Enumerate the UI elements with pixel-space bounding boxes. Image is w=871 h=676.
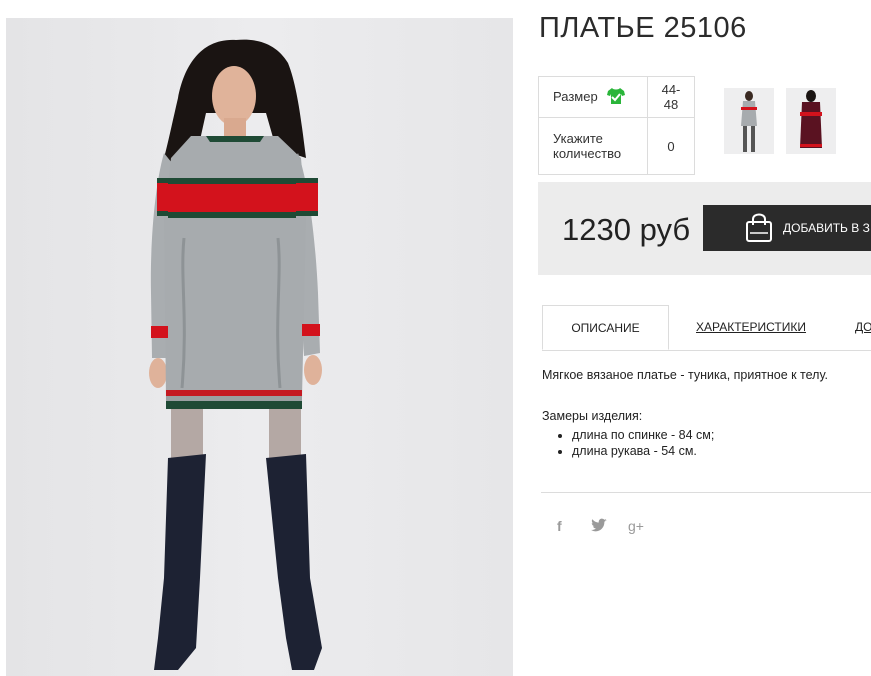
product-price: 1230 руб <box>562 212 691 247</box>
size-label: Размер <box>553 88 598 104</box>
size-label-cell: Размер <box>538 76 648 118</box>
list-item: длина рукава - 54 см. <box>572 443 871 459</box>
size-value[interactable]: 44-48 <box>647 76 695 118</box>
measurements-title: Замеры изделия: <box>542 409 643 423</box>
price-box: 1230 руб ДОБАВИТЬ В З <box>538 182 871 275</box>
add-to-cart-button[interactable]: ДОБАВИТЬ В З <box>703 205 871 251</box>
facebook-icon[interactable]: f <box>557 518 562 534</box>
google-plus-icon[interactable]: g+ <box>628 518 644 534</box>
product-tabs: ОПИСАНИЕ ХАРАКТЕРИСТИКИ ДО <box>542 305 871 351</box>
tab-delivery[interactable]: ДО <box>855 305 871 350</box>
tab-description[interactable]: ОПИСАНИЕ <box>542 305 669 350</box>
quantity-label-cell: Укажите количество <box>538 117 648 175</box>
list-item: длина по спинке - 84 см; <box>572 427 871 443</box>
quantity-label-line1: Укажите <box>553 131 603 146</box>
product-options-table: Размер 44-48 Укажите количество 0 <box>538 76 695 175</box>
product-title: ПЛАТЬЕ 25106 <box>539 12 747 44</box>
quantity-label-line2: количество <box>553 146 622 161</box>
thumbnail-burgundy-dress[interactable] <box>786 88 836 154</box>
product-description: Мягкое вязаное платье - туника, приятное… <box>542 368 871 459</box>
model-illustration <box>149 39 322 670</box>
divider <box>541 492 871 493</box>
measurements-list: длина по спинке - 84 см; длина рукава - … <box>542 427 871 459</box>
add-to-cart-label: ДОБАВИТЬ В З <box>783 221 870 235</box>
shopping-bag-icon <box>746 213 772 242</box>
tab-characteristics[interactable]: ХАРАКТЕРИСТИКИ <box>696 305 806 350</box>
shirt-size-icon[interactable] <box>607 87 626 107</box>
product-photo[interactable] <box>6 18 513 676</box>
thumbnail-gray-dress[interactable] <box>724 88 774 154</box>
quantity-input[interactable]: 0 <box>647 117 695 175</box>
twitter-icon[interactable] <box>591 518 607 535</box>
description-intro: Мягкое вязаное платье - туника, приятное… <box>542 368 828 382</box>
